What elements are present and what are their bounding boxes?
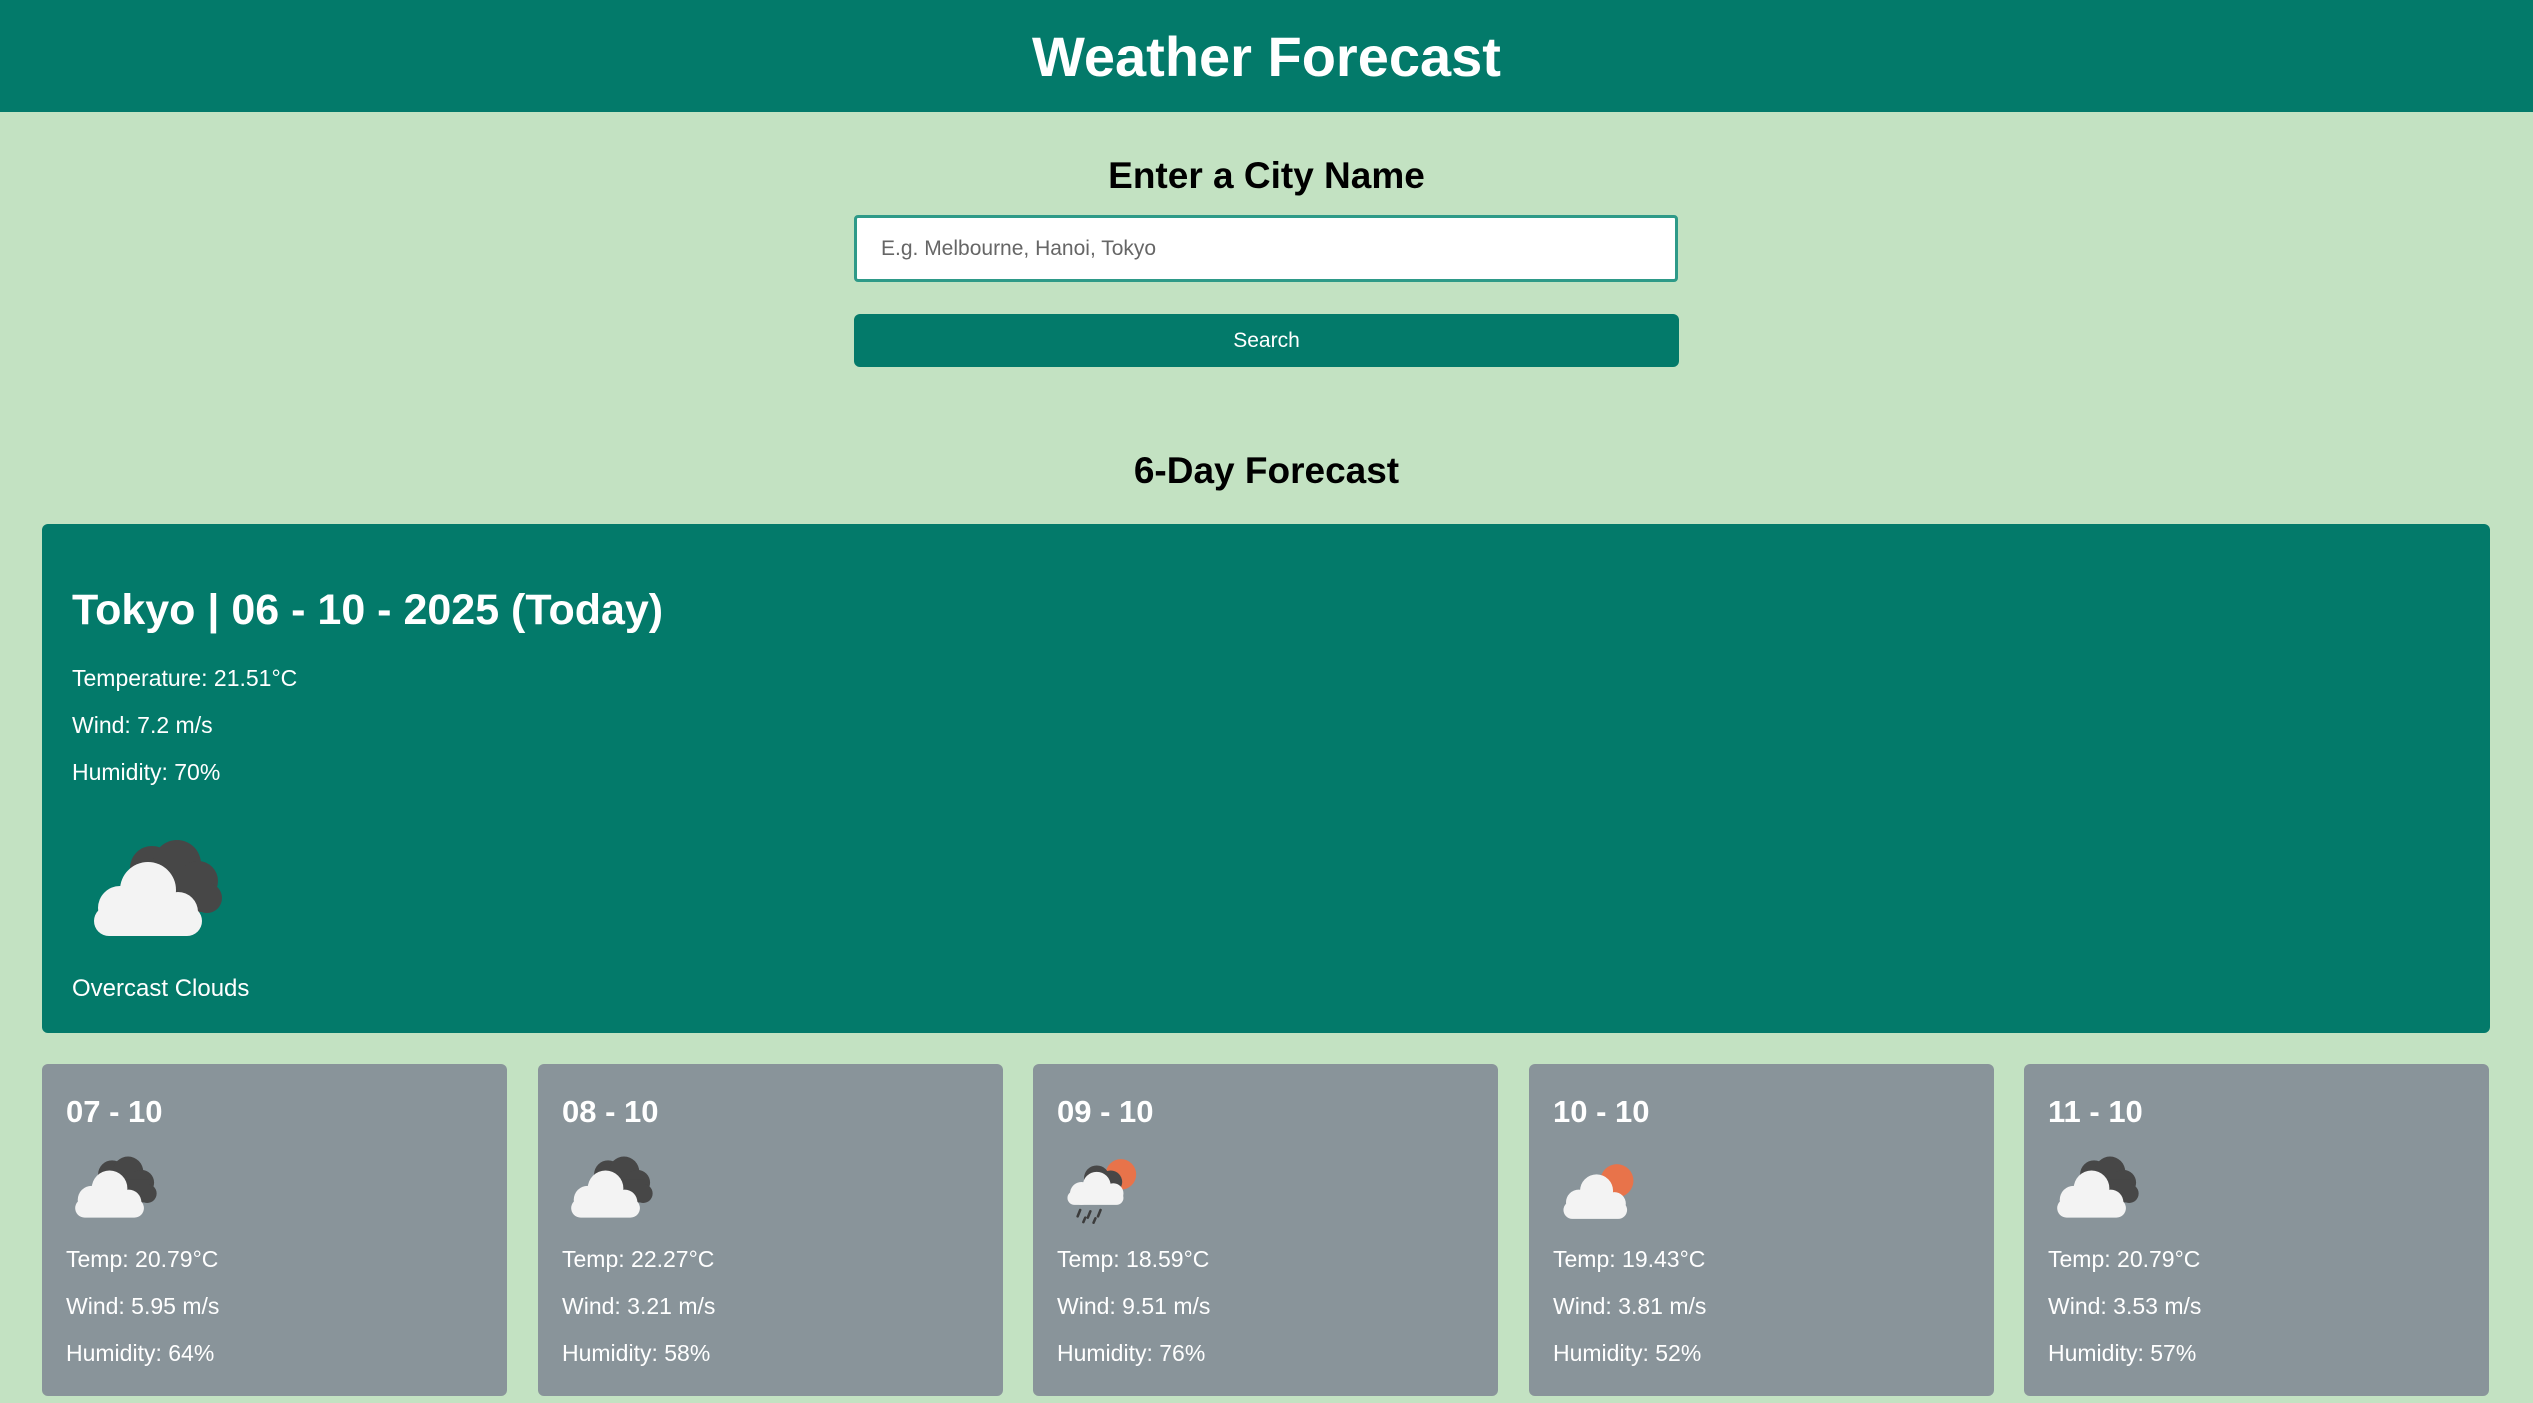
forecast-heading: 6-Day Forecast [1133, 450, 1400, 491]
overcast-clouds-icon [66, 1154, 162, 1229]
today-description: Overcast Clouds [72, 975, 250, 1002]
forecast-day-card: 11 - 10 Temp: 20.79°C Wind: 3.53 m/s Hum… [2024, 1064, 2489, 1396]
forecast-day-temp: Temp: 22.27°C [562, 1246, 715, 1272]
forecast-day-temp: Temp: 20.79°C [2048, 1246, 2201, 1272]
forecast-day-temp: Temp: 19.43°C [1553, 1246, 1706, 1272]
forecast-day-wind: Wind: 3.53 m/s [2048, 1293, 2202, 1319]
forecast-day-card: 09 - 10 Temp: 18.59°C Wind: 9.51 m/s Hum… [1033, 1064, 1498, 1396]
forecast-day-wind: Wind: 3.81 m/s [1553, 1293, 1707, 1319]
forecast-day-humidity: Humidity: 57% [2048, 1340, 2197, 1366]
forecast-day-date: 08 - 10 [562, 1094, 659, 1129]
search-button[interactable]: Search [854, 314, 1679, 367]
forecast-day-humidity: Humidity: 58% [562, 1340, 711, 1366]
forecast-day-temp: Temp: 20.79°C [66, 1246, 219, 1272]
overcast-clouds-icon [2048, 1154, 2144, 1229]
forecast-day-wind: Wind: 3.21 m/s [562, 1293, 716, 1319]
forecast-day-humidity: Humidity: 64% [66, 1340, 215, 1366]
today-wind: Wind: 7.2 m/s [72, 712, 213, 738]
forecast-day-date: 11 - 10 [2048, 1094, 2143, 1129]
today-humidity: Humidity: 70% [72, 759, 221, 785]
today-weather-card: Tokyo | 06 - 10 - 2025 (Today) Temperatu… [42, 524, 2490, 1033]
page-title: Weather Forecast [1032, 24, 1501, 88]
today-title: Tokyo | 06 - 10 - 2025 (Today) [72, 586, 664, 634]
city-search-input[interactable] [854, 215, 1678, 282]
forecast-day-card: 07 - 10 Temp: 20.79°C Wind: 5.95 m/s Hum… [42, 1064, 507, 1396]
search-heading: Enter a City Name [1108, 155, 1425, 196]
forecast-day-date: 10 - 10 [1553, 1094, 1650, 1129]
forecast-day-wind: Wind: 9.51 m/s [1057, 1293, 1211, 1319]
overcast-clouds-icon [80, 836, 230, 951]
forecast-day-humidity: Humidity: 52% [1553, 1340, 1702, 1366]
forecast-day-wind: Wind: 5.95 m/s [66, 1293, 220, 1319]
overcast-clouds-icon [562, 1154, 658, 1229]
app-header: Weather Forecast [0, 0, 2533, 112]
partly-cloudy-icon [1553, 1154, 1649, 1229]
today-temperature: Temperature: 21.51°C [72, 665, 298, 691]
forecast-day-humidity: Humidity: 76% [1057, 1340, 1206, 1366]
forecast-day-date: 07 - 10 [66, 1094, 163, 1129]
forecast-day-card: 10 - 10 Temp: 19.43°C Wind: 3.81 m/s Hum… [1529, 1064, 1994, 1396]
forecast-day-date: 09 - 10 [1057, 1094, 1154, 1129]
forecast-day-card: 08 - 10 Temp: 22.27°C Wind: 3.21 m/s Hum… [538, 1064, 1003, 1396]
rain-sun-icon [1057, 1154, 1153, 1229]
forecast-day-temp: Temp: 18.59°C [1057, 1246, 1210, 1272]
